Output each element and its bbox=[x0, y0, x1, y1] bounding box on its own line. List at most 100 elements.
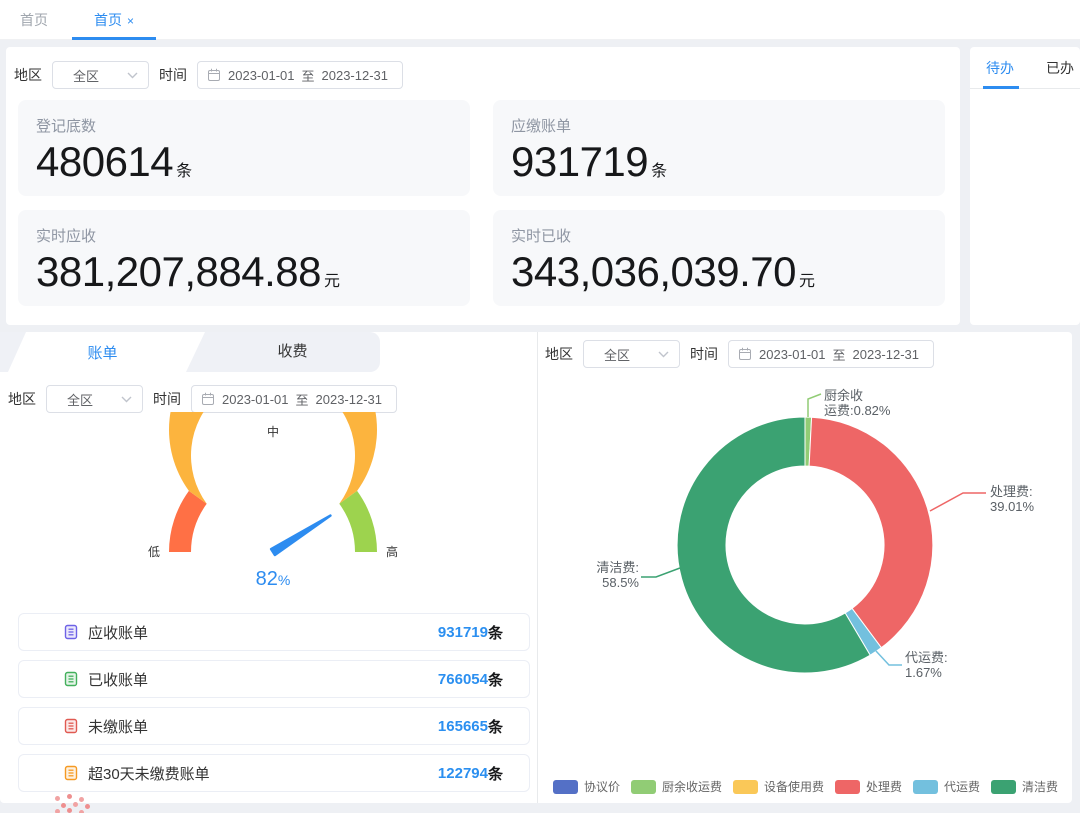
stat-unit: 元 bbox=[324, 273, 340, 290]
legend-swatch bbox=[733, 780, 758, 794]
date-start: 2023-01-01 bbox=[228, 68, 295, 83]
region-select[interactable]: 全区 bbox=[46, 385, 143, 413]
calendar-icon bbox=[738, 347, 752, 361]
close-tab-icon[interactable]: × bbox=[127, 14, 134, 28]
region-label: 地区 bbox=[14, 65, 42, 85]
callout-transport-agency-fee: 代运费:1.67% bbox=[905, 650, 948, 681]
window-tab-home[interactable]: 首页 bbox=[20, 0, 48, 40]
calendar-icon bbox=[201, 392, 215, 406]
stat-title: 实时应收 bbox=[36, 225, 452, 246]
region-select-value: 全区 bbox=[67, 390, 93, 409]
legend-item-treatment-fee[interactable]: 处理费 bbox=[835, 778, 902, 795]
todo-tabs: 待办 已办 bbox=[970, 47, 1080, 89]
list-item-received-bills[interactable]: 已收账单 766054 条 bbox=[18, 660, 530, 698]
stat-card-realtime-receivable: 实时应收 381,207,884.88元 bbox=[18, 210, 470, 306]
list-item-receivable-bills[interactable]: 应收账单 931719 条 bbox=[18, 613, 530, 651]
tab-bills[interactable]: 账单 bbox=[0, 332, 205, 372]
calendar-icon bbox=[207, 68, 221, 82]
tab-done[interactable]: 已办 bbox=[1046, 47, 1074, 89]
date-end: 2023-12-31 bbox=[322, 68, 389, 83]
date-end: 2023-12-31 bbox=[853, 347, 920, 362]
chevron-down-icon bbox=[658, 351, 669, 358]
time-label: 时间 bbox=[159, 65, 187, 85]
legend-item-kitchen-waste-fee[interactable]: 厨余收运费 bbox=[631, 778, 722, 795]
list-item-count: 766054 bbox=[438, 671, 488, 688]
chevron-down-icon bbox=[121, 396, 132, 403]
list-item-count: 165665 bbox=[438, 718, 488, 735]
list-item-label: 已收账单 bbox=[88, 669, 148, 690]
stat-title: 登记底数 bbox=[36, 115, 452, 136]
fee-composition-panel: 地区 全区 时间 2023-01-01 至 2023-12-31 厨余收运费:0… bbox=[539, 332, 1072, 803]
active-tab-underline bbox=[983, 86, 1019, 89]
document-icon bbox=[63, 718, 79, 734]
list-item-unit: 条 bbox=[488, 763, 503, 784]
svg-text:高: 高 bbox=[386, 544, 398, 559]
stat-unit: 条 bbox=[176, 163, 192, 180]
date-separator: 至 bbox=[302, 66, 315, 85]
region-select[interactable]: 全区 bbox=[583, 340, 680, 368]
gauge-value: 82% bbox=[113, 568, 433, 591]
region-select-value: 全区 bbox=[604, 345, 630, 364]
list-item-label: 超30天未缴费账单 bbox=[88, 763, 210, 784]
window-tab-bar: 首页 首页 × bbox=[0, 0, 1080, 40]
stat-value: 931719条 bbox=[511, 140, 927, 184]
window-tab-home-active[interactable]: 首页 × bbox=[72, 0, 156, 40]
list-item-label: 未缴账单 bbox=[88, 716, 148, 737]
overview-panel: 地区 全区 时间 2023-01-01 至 2023-12-31 登记底数 48… bbox=[6, 47, 960, 325]
document-icon bbox=[63, 624, 79, 640]
bill-list: 应收账单 931719 条 已收账单 766054 条 未缴账单 165665 … bbox=[18, 613, 530, 801]
stat-title: 应缴账单 bbox=[511, 115, 927, 136]
stat-card-payable-bills: 应缴账单 931719条 bbox=[493, 100, 945, 196]
tab-todo[interactable]: 待办 bbox=[986, 47, 1014, 89]
legend-item-transport-agency-fee[interactable]: 代运费 bbox=[913, 778, 980, 795]
date-separator: 至 bbox=[296, 390, 309, 409]
gauge-chart: 低 中高 bbox=[113, 412, 433, 587]
list-item-overdue-30d-bills[interactable]: 超30天未缴费账单 122794 条 bbox=[18, 754, 530, 792]
callout-kitchen-waste: 厨余收运费:0.82% bbox=[824, 388, 890, 419]
list-item-count: 931719 bbox=[438, 624, 488, 641]
stat-value: 381,207,884.88元 bbox=[36, 250, 452, 294]
list-item-unit: 条 bbox=[488, 716, 503, 737]
legend-item-agreement-price[interactable]: 协议价 bbox=[553, 778, 620, 795]
document-icon bbox=[63, 765, 79, 781]
date-range-input[interactable]: 2023-01-01 至 2023-12-31 bbox=[728, 340, 934, 368]
legend-swatch bbox=[553, 780, 578, 794]
window-tab-label: 首页 bbox=[94, 12, 122, 28]
document-icon bbox=[63, 671, 79, 687]
chevron-down-icon bbox=[127, 72, 138, 79]
legend-swatch bbox=[991, 780, 1016, 794]
svg-text:中: 中 bbox=[267, 424, 279, 439]
legend-swatch bbox=[631, 780, 656, 794]
donut-chart bbox=[539, 387, 1072, 722]
bills-panel: 账单 收费 地区 全区 时间 2023-01-01 至 2023-12-31 低… bbox=[0, 332, 538, 803]
bottom-section: 账单 收费 地区 全区 时间 2023-01-01 至 2023-12-31 低… bbox=[0, 332, 1072, 803]
svg-text:低: 低 bbox=[148, 545, 160, 559]
date-range-input[interactable]: 2023-01-01 至 2023-12-31 bbox=[197, 61, 403, 89]
active-tab-underline bbox=[72, 37, 156, 40]
legend-item-cleaning-fee[interactable]: 清洁费 bbox=[991, 778, 1058, 795]
region-select[interactable]: 全区 bbox=[52, 61, 149, 89]
bills-tab-strip: 账单 收费 bbox=[0, 332, 380, 372]
region-select-value: 全区 bbox=[73, 66, 99, 85]
callout-cleaning-fee: 清洁费:58.5% bbox=[583, 560, 639, 591]
time-label: 时间 bbox=[690, 344, 718, 364]
decorative-dots bbox=[55, 796, 60, 801]
date-end: 2023-12-31 bbox=[316, 392, 383, 407]
callout-treatment-fee: 处理费:39.01% bbox=[990, 484, 1034, 515]
tab-charges[interactable]: 收费 bbox=[205, 332, 380, 372]
todo-panel: 待办 已办 bbox=[970, 47, 1080, 325]
list-item-unpaid-bills[interactable]: 未缴账单 165665 条 bbox=[18, 707, 530, 745]
stat-unit: 条 bbox=[651, 163, 667, 180]
stat-value: 480614条 bbox=[36, 140, 452, 184]
stat-card-registered-base: 登记底数 480614条 bbox=[18, 100, 470, 196]
legend-swatch bbox=[835, 780, 860, 794]
region-label: 地区 bbox=[8, 389, 36, 409]
legend-item-equipment-fee[interactable]: 设备使用费 bbox=[733, 778, 824, 795]
date-start: 2023-01-01 bbox=[222, 392, 289, 407]
legend-swatch bbox=[913, 780, 938, 794]
stat-unit: 元 bbox=[799, 273, 815, 290]
date-range-input[interactable]: 2023-01-01 至 2023-12-31 bbox=[191, 385, 397, 413]
fee-filter-row: 地区 全区 时间 2023-01-01 至 2023-12-31 bbox=[545, 340, 934, 368]
donut-legend: 协议价 厨余收运费 设备使用费 处理费 代运费 清洁费 bbox=[539, 778, 1072, 795]
bills-filter-row: 地区 全区 时间 2023-01-01 至 2023-12-31 bbox=[8, 385, 397, 413]
